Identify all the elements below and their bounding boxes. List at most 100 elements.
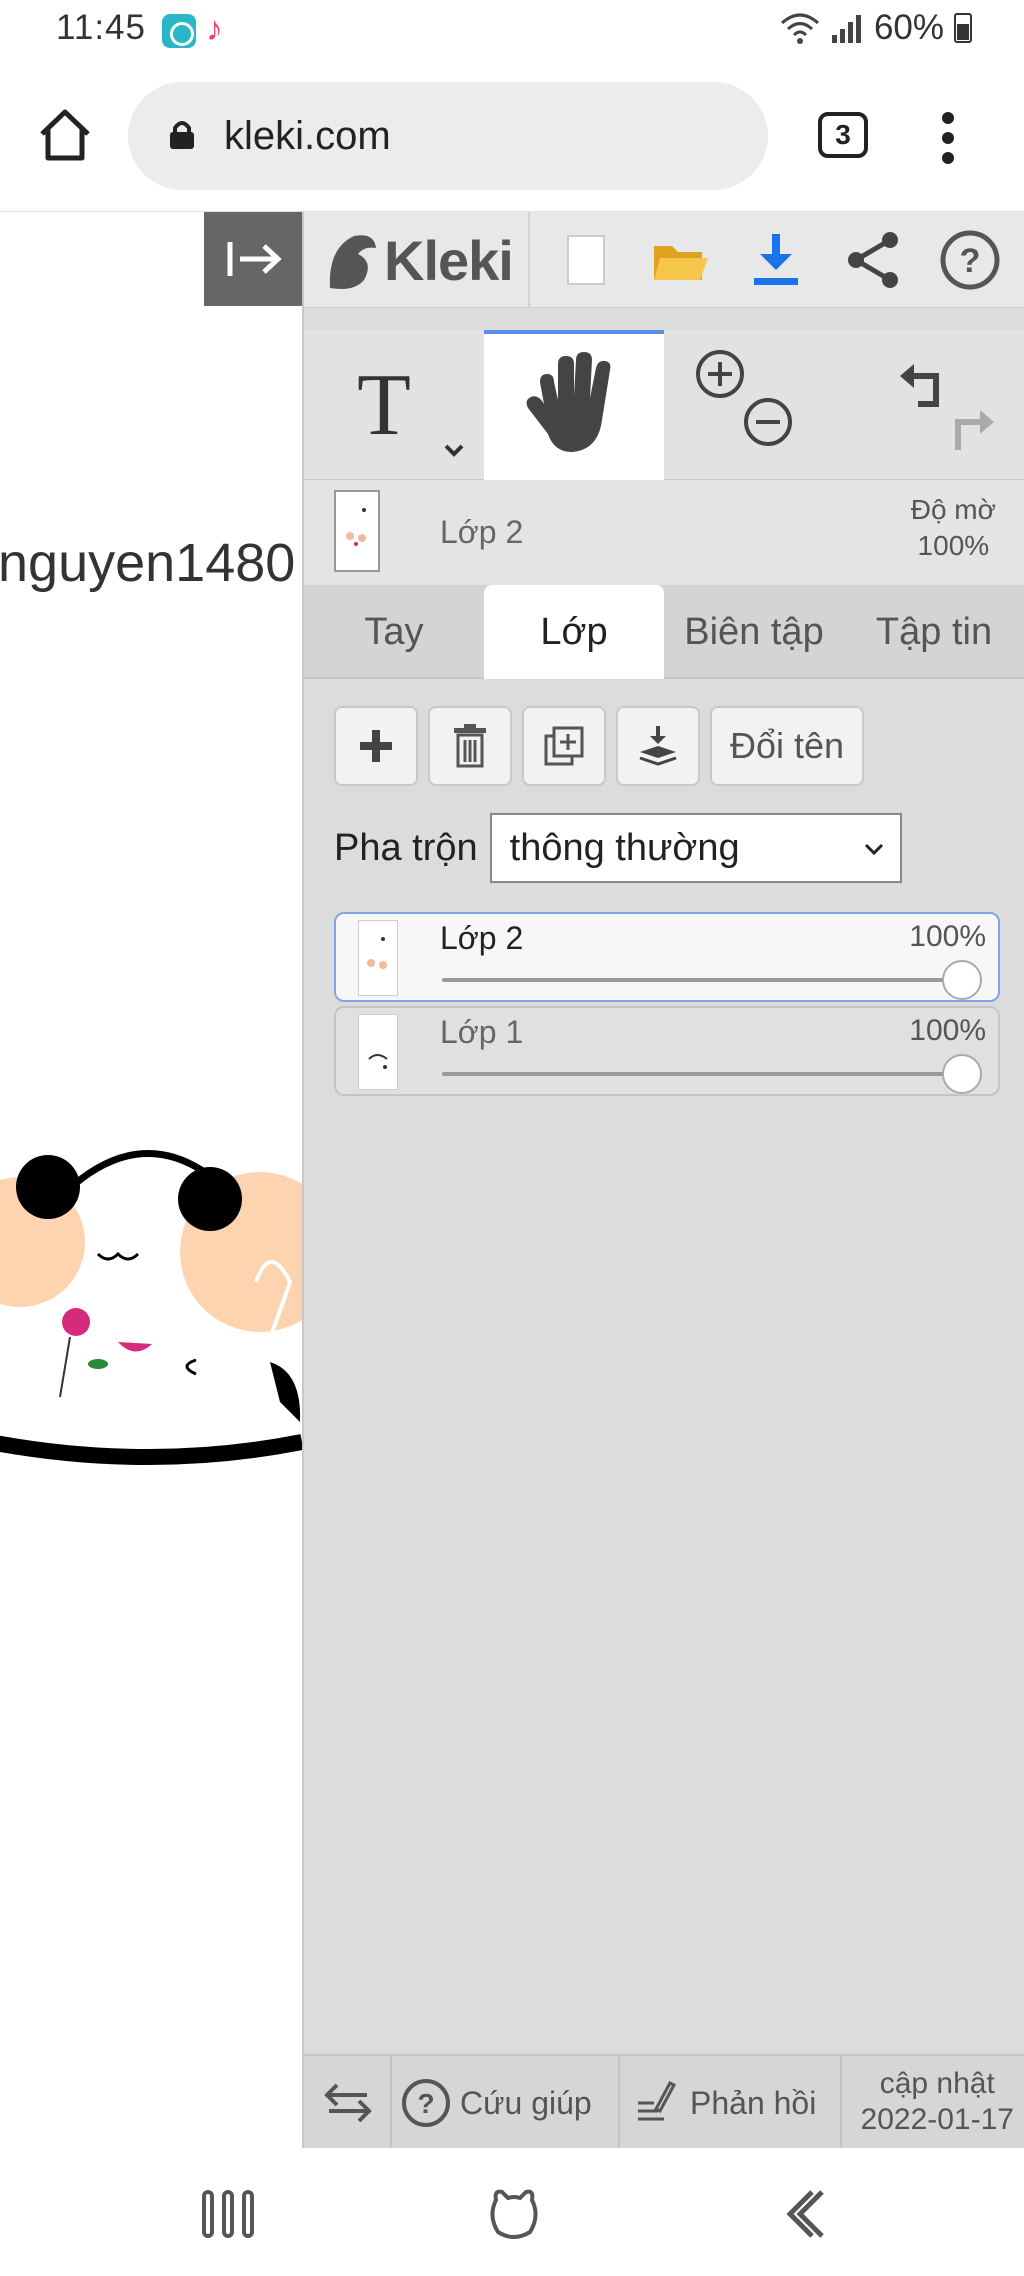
tool-panel: Kleki ? T Lớp 2 Độ mờ 100% Tay Lớp Biên … (302, 212, 1024, 2150)
collapse-panel-button[interactable] (204, 212, 302, 306)
blend-mode-select[interactable]: thông thường (489, 813, 902, 883)
opacity-label: Độ mờ (910, 494, 996, 525)
blend-mode-label: Pha trộn (334, 826, 478, 869)
logo-text: Kleki (384, 228, 514, 292)
layer-item-1[interactable]: Lớp 1 100% (334, 1006, 1000, 1096)
new-file-icon[interactable] (552, 228, 616, 292)
layer-thumbnail (358, 1014, 398, 1090)
layer-opacity: 100% (909, 1014, 986, 1047)
folder-icon[interactable] (648, 228, 712, 292)
hand-tool-button[interactable] (484, 330, 664, 480)
delete-layer-button[interactable] (428, 706, 512, 786)
undo-icon[interactable] (900, 364, 939, 407)
swap-icon (324, 2083, 372, 2123)
feedback-button[interactable]: Phản hồi (634, 2056, 816, 2150)
opacity-slider-handle[interactable] (942, 960, 982, 1000)
text-tool-button[interactable]: T (304, 330, 484, 480)
blend-mode-value: thông thường (509, 827, 740, 869)
drawing-canvas[interactable]: nguyen1480 (0, 212, 302, 2148)
home-nav-icon[interactable] (484, 2184, 544, 2244)
canvas-text: nguyen1480 (0, 533, 296, 593)
toolbar-separator (528, 212, 530, 308)
tab-switcher-button[interactable]: 3 (818, 112, 868, 158)
opacity-slider-track[interactable] (442, 1072, 974, 1076)
panel-footer: ? Cứu giúp Phản hồi cập nhật 2022-01-17 (304, 2054, 1024, 2150)
rename-layer-button[interactable]: Đổi tên (710, 706, 864, 786)
signal-icon (831, 15, 861, 43)
current-layer-name: Lớp 2 (440, 514, 524, 550)
collapse-panel-icon (227, 242, 282, 276)
home-icon[interactable] (36, 106, 94, 164)
duplicate-layer-button[interactable] (522, 706, 606, 786)
zoom-in-icon[interactable] (696, 350, 744, 398)
trash-icon (454, 724, 486, 768)
status-time: 11:45 (56, 8, 146, 47)
redo-icon[interactable] (955, 410, 994, 450)
tab-file[interactable]: Tập tin (844, 585, 1024, 679)
undo-redo-buttons (844, 330, 1024, 480)
address-bar[interactable]: kleki.com (128, 82, 768, 190)
merge-down-button[interactable] (616, 706, 700, 786)
share-icon[interactable] (842, 228, 906, 292)
chevron-down-icon (864, 843, 883, 856)
help-circle-icon: ? (402, 2079, 450, 2127)
more-vert-icon[interactable] (930, 108, 966, 168)
tab-brush[interactable]: Tay (304, 585, 484, 679)
duplicate-icon (544, 726, 584, 766)
lock-icon (170, 121, 194, 149)
layer-thumbnail (358, 920, 398, 996)
update-info[interactable]: cập nhật 2022-01-17 (861, 2066, 1014, 2138)
tab-edit[interactable]: Biên tập (664, 585, 844, 679)
add-layer-button[interactable] (334, 706, 418, 786)
footer-separator (618, 2056, 620, 2150)
browser-toolbar: kleki.com 3 (0, 62, 1024, 212)
download-icon[interactable] (744, 228, 808, 292)
tab-layers[interactable]: Lớp (484, 585, 664, 679)
svg-text:T: T (357, 357, 411, 454)
footer-separator (390, 2056, 392, 2150)
opacity-slider-handle[interactable] (942, 1054, 982, 1094)
kleki-logo-icon (329, 235, 376, 289)
current-layer-thumbnail (334, 490, 380, 572)
layer-name: Lớp 2 (440, 920, 524, 956)
top-toolbar: Kleki ? (304, 212, 1024, 308)
layer-opacity: 100% (909, 920, 986, 953)
help-label: Cứu giúp (460, 2084, 592, 2121)
swap-side-button[interactable] (318, 2056, 378, 2150)
zoom-out-icon[interactable] (744, 398, 792, 446)
footer-separator (840, 2056, 842, 2150)
layer-name: Lớp 1 (440, 1014, 524, 1050)
tiktok-notification-icon: ♪ (206, 10, 223, 48)
kleki-logo[interactable]: Kleki (324, 222, 514, 298)
layer-opacity: Độ mờ 100% (911, 492, 996, 564)
text-tool-icon: T (357, 357, 464, 457)
canvas-drawing (0, 1150, 302, 1465)
svg-text:?: ? (417, 2088, 434, 2119)
back-icon[interactable] (776, 2184, 836, 2244)
system-nav-bar (0, 2148, 1024, 2276)
hand-icon (526, 352, 611, 452)
battery-percent: 60% (873, 8, 944, 47)
feedback-label: Phản hồi (690, 2084, 817, 2121)
merge-down-icon (639, 726, 677, 766)
layer-item-2[interactable]: Lớp 2 100% (334, 912, 1000, 1002)
plus-icon (360, 730, 392, 762)
app-notification-icon (162, 14, 196, 48)
opacity-slider-track[interactable] (442, 978, 974, 982)
zoom-buttons (664, 330, 844, 480)
battery-icon (954, 13, 972, 43)
status-right: 60% (780, 8, 972, 48)
wifi-icon (780, 13, 819, 44)
current-layer-info: Lớp 2 Độ mờ 100% (304, 480, 1024, 585)
help-button[interactable]: ? Cứu giúp (400, 2056, 592, 2150)
help-icon[interactable]: ? (938, 228, 1002, 292)
opacity-value: 100% (917, 530, 990, 561)
blend-mode-row: Pha trộn thông thường (334, 812, 902, 884)
tool-row: T (304, 330, 1024, 480)
panel-tabs: Tay Lớp Biên tập Tập tin (304, 585, 1024, 679)
update-label: cập nhật (879, 2067, 995, 2100)
recents-icon[interactable] (198, 2184, 258, 2244)
url-text: kleki.com (224, 114, 391, 158)
layer-actions: Đổi tên (334, 706, 864, 786)
status-bar: 11:45 ♪ 60% (0, 0, 1024, 62)
